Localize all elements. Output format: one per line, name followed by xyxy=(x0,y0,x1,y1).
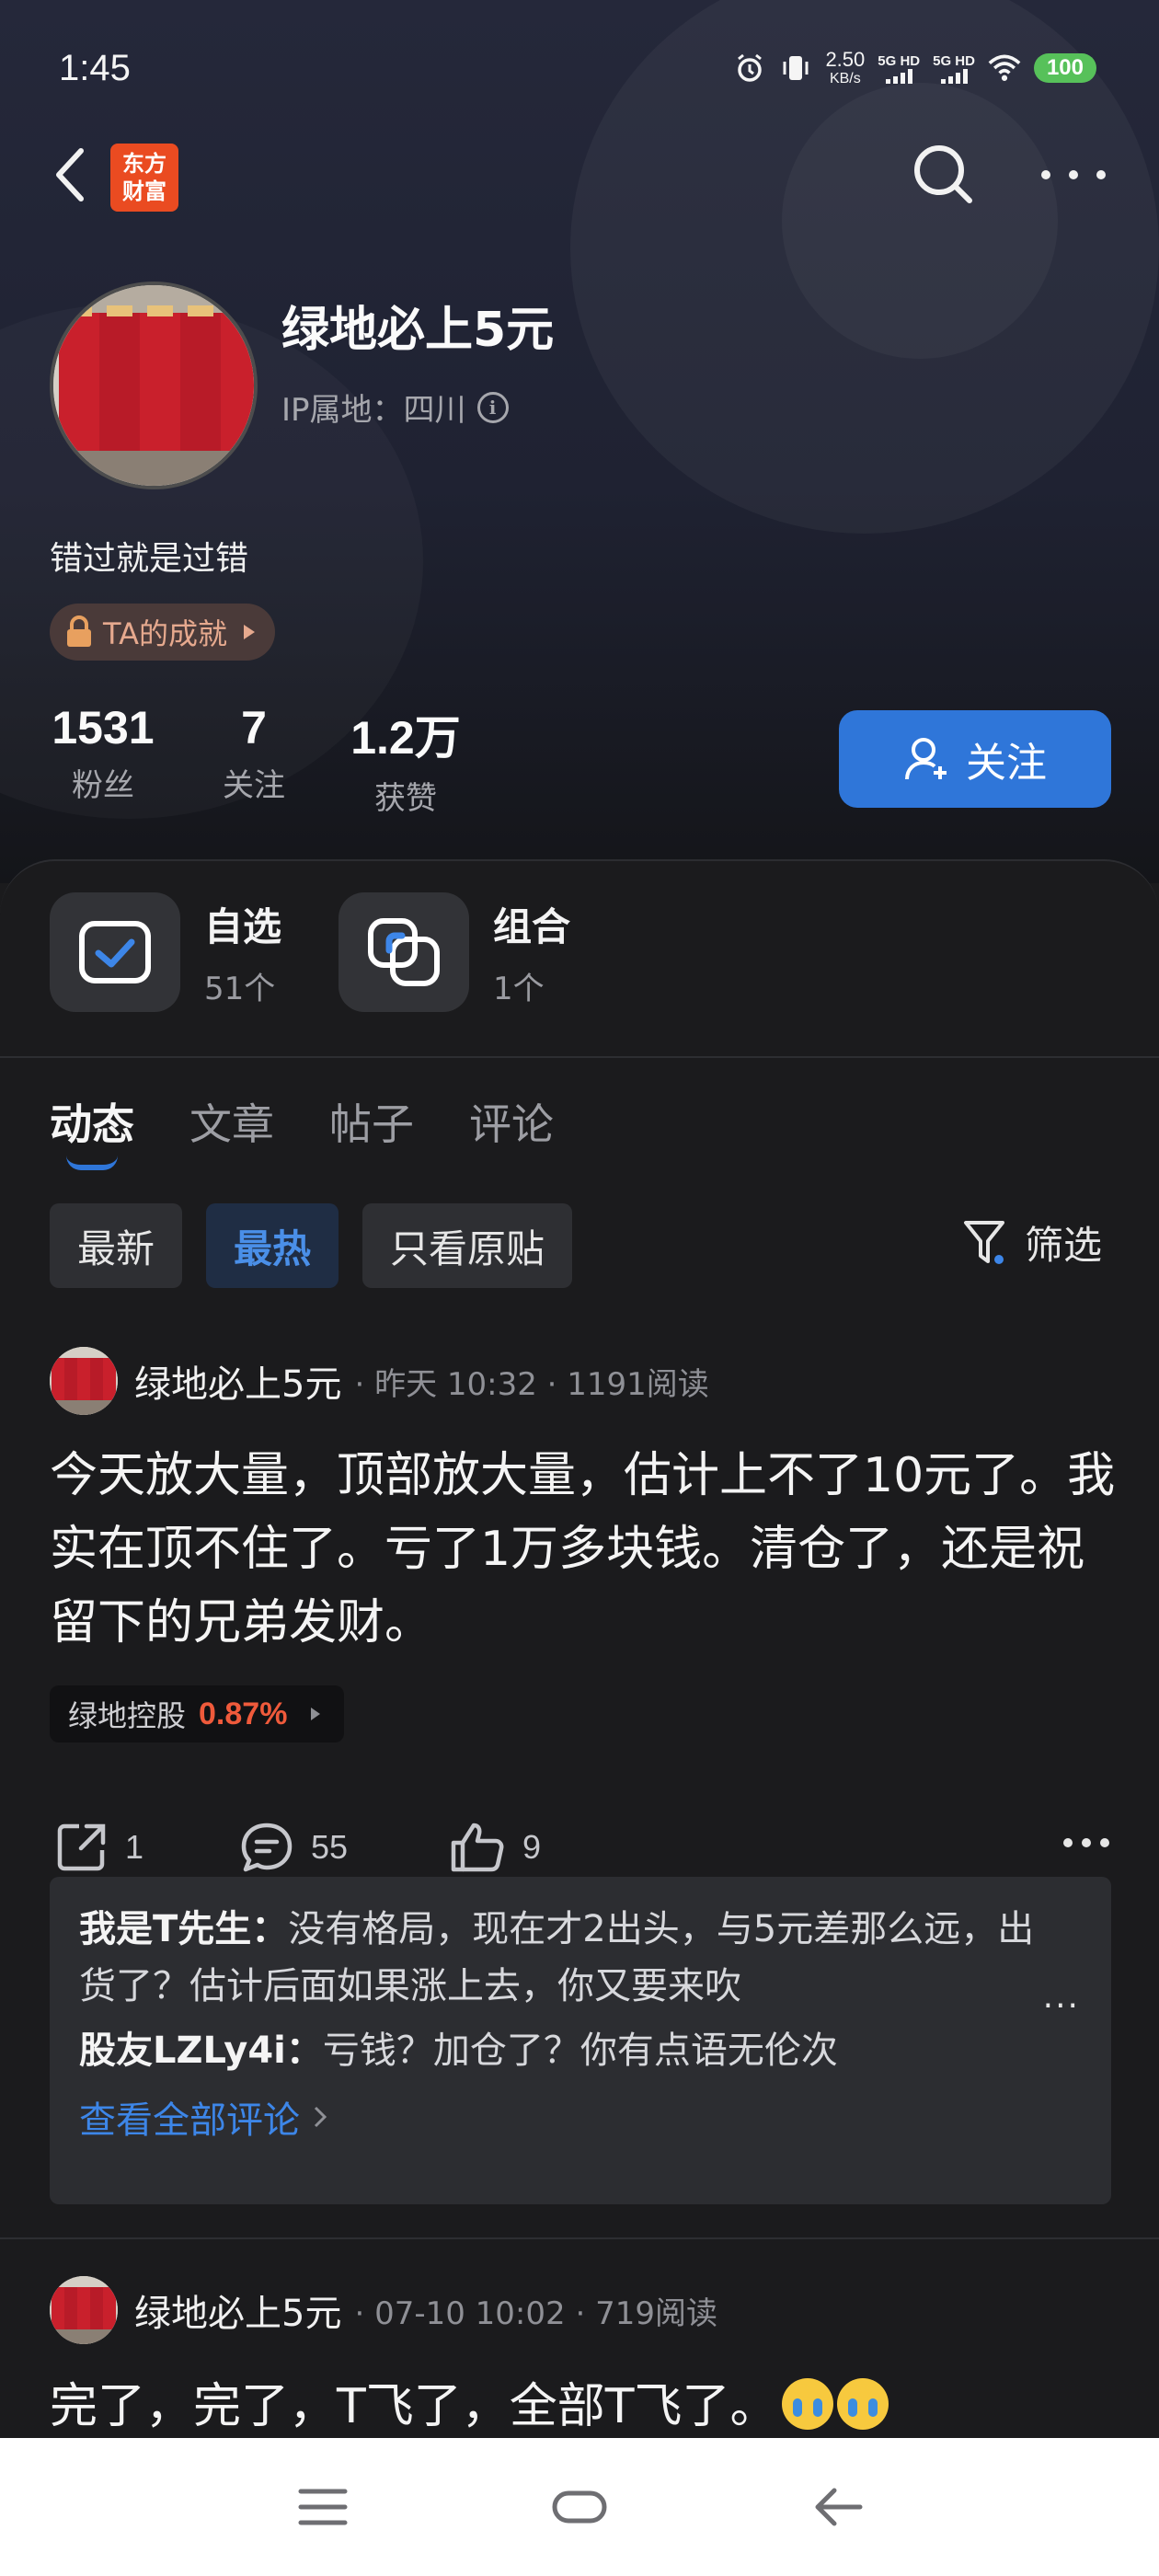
comment-button[interactable]: 55 xyxy=(239,1811,348,1884)
post-text[interactable]: 今天放大量，顶部放大量，估计上不了10元了。我实在顶不住了。亏了1万多块钱。清仓… xyxy=(50,1439,1117,1660)
comment-user[interactable]: 我是T先生： xyxy=(79,1908,288,1950)
wifi-icon xyxy=(988,52,1021,85)
home-icon xyxy=(552,2490,607,2524)
filter-label: 筛选 xyxy=(1025,1223,1103,1268)
crying-face-icon xyxy=(836,2378,889,2430)
app-logo: 东方 财富 xyxy=(110,144,178,212)
follow-button[interactable]: 关注 xyxy=(839,710,1111,808)
play-arrow-icon xyxy=(311,1708,321,1720)
back-button[interactable] xyxy=(46,147,94,202)
more-options-button[interactable] xyxy=(1041,156,1106,193)
filter-icon xyxy=(964,1220,1004,1264)
share-button[interactable]: 1 xyxy=(55,1811,143,1884)
search-button[interactable] xyxy=(911,142,975,206)
status-time: 1:45 xyxy=(59,48,131,88)
post-actions: 1 55 9 xyxy=(50,1811,1117,1884)
system-navigation-bar xyxy=(0,2438,1159,2576)
stock-change: 0.87% xyxy=(199,1696,288,1731)
signal-icon: 5G HD xyxy=(878,53,920,84)
profile-name: 绿地必上5元 xyxy=(281,303,555,358)
divider xyxy=(0,2237,1159,2239)
post-more-button[interactable] xyxy=(1063,1838,1109,1847)
stock-tag[interactable]: 绿地控股 0.87% xyxy=(50,1685,345,1742)
comment-user[interactable]: 股友LZLy4i： xyxy=(79,2030,323,2072)
tab-posts[interactable]: 帖子 xyxy=(329,1091,414,1152)
network-speed: 2.50 KB/s xyxy=(825,48,866,86)
author-avatar[interactable] xyxy=(50,1347,118,1415)
divider xyxy=(0,1056,1159,1058)
portfolio-icon xyxy=(339,892,469,1012)
menu-button[interactable] xyxy=(291,2475,355,2539)
like-count: 9 xyxy=(522,1828,542,1866)
profile-bio: 错过就是过错 xyxy=(50,540,249,578)
tab-dynamics[interactable]: 动态 xyxy=(50,1091,134,1170)
comment-item: 股友LZLy4i：亏钱？加仓了？你有点语无伦次 xyxy=(79,2022,1082,2079)
share-icon xyxy=(57,1823,106,1871)
top-nav: 东方 财富 xyxy=(0,138,1159,212)
arrow-left-icon xyxy=(815,2488,863,2526)
profile-stats: 1531 粉丝 7 关注 1.2万 获赞 xyxy=(50,701,465,818)
stat-following[interactable]: 7 关注 xyxy=(208,701,300,818)
content-card: 自选 51个 组合 1个 动态 文章 帖子 评论 最新 最热 只看原贴 筛选 绿… xyxy=(0,859,1159,2442)
post-header: 绿地必上5元 · 昨天 10:32 · 1191阅读 xyxy=(50,1347,709,1415)
chevron-left-icon xyxy=(56,148,84,201)
follow-label: 关注 xyxy=(966,740,1047,787)
post-author[interactable]: 绿地必上5元 xyxy=(134,1354,341,1408)
checkbox-icon xyxy=(50,892,180,1012)
status-icons: 2.50 KB/s 5G HD 5G HD 100 xyxy=(733,50,1096,86)
quick-link-portfolio[interactable]: 组合 1个 xyxy=(339,892,570,1012)
post-author[interactable]: 绿地必上5元 xyxy=(134,2283,341,2337)
comment-item: 我是T先生：没有格局，现在才2出头，与5元差那么远，出货了？估计后面如果涨上去，… xyxy=(79,1901,1082,2015)
lock-icon xyxy=(67,615,91,647)
more-dots-icon: ... xyxy=(1042,1978,1080,2016)
achievement-label: TA的成就 xyxy=(103,616,227,651)
share-count: 1 xyxy=(125,1828,144,1866)
stock-name: 绿地控股 xyxy=(68,1698,187,1733)
signal-icon: 5G HD xyxy=(933,53,975,84)
back-nav-button[interactable] xyxy=(806,2475,870,2539)
info-icon[interactable]: i xyxy=(476,391,509,423)
tab-articles[interactable]: 文章 xyxy=(189,1091,274,1152)
filter-hottest[interactable]: 最热 xyxy=(206,1203,339,1288)
filter-latest[interactable]: 最新 xyxy=(50,1203,183,1288)
ip-location: IP属地：四川 i xyxy=(281,385,509,430)
post-meta: · 昨天 10:32 · 1191阅读 xyxy=(354,1365,709,1403)
filter-original-only[interactable]: 只看原贴 xyxy=(362,1203,573,1288)
post-header: 绿地必上5元 · 07-10 10:02 · 719阅读 xyxy=(50,2276,717,2344)
view-all-comments-link[interactable]: 查看全部评论 xyxy=(79,2090,1082,2144)
comment-count: 55 xyxy=(311,1828,349,1866)
vibrate-icon xyxy=(779,52,812,85)
quick-link-watchlist[interactable]: 自选 51个 xyxy=(50,892,281,1012)
add-user-icon xyxy=(905,738,947,780)
profile-avatar[interactable] xyxy=(50,282,258,489)
filter-button[interactable]: 筛选 xyxy=(962,1214,1102,1271)
sort-filters: 最新 最热 只看原贴 xyxy=(50,1203,573,1288)
author-avatar[interactable] xyxy=(50,2276,118,2344)
achievement-button[interactable]: TA的成就 xyxy=(50,604,275,661)
menu-icon xyxy=(298,2489,348,2525)
active-tab-indicator xyxy=(66,1156,118,1170)
like-button[interactable]: 9 xyxy=(449,1811,541,1884)
tab-comments[interactable]: 评论 xyxy=(469,1091,554,1152)
comment-icon xyxy=(241,1823,293,1872)
status-bar: 1:45 2.50 KB/s 5G HD 5G HD 100 xyxy=(0,0,1159,138)
stat-fans[interactable]: 1531 粉丝 xyxy=(50,701,156,818)
play-arrow-icon xyxy=(243,625,255,639)
search-icon xyxy=(914,145,972,203)
post-meta: · 07-10 10:02 · 719阅读 xyxy=(354,2294,717,2332)
alarm-icon xyxy=(733,52,766,85)
stat-likes: 1.2万 获赞 xyxy=(350,712,461,817)
chevron-right-icon xyxy=(314,2106,327,2128)
crying-face-icon xyxy=(781,2378,833,2430)
ip-location-text: IP属地：四川 xyxy=(281,392,466,429)
content-tabs: 动态 文章 帖子 评论 xyxy=(50,1091,554,1170)
home-button[interactable] xyxy=(547,2475,612,2539)
thumbs-up-icon xyxy=(451,1823,504,1872)
comment-preview[interactable]: 我是T先生：没有格局，现在才2出头，与5元差那么远，出货了？估计后面如果涨上去，… xyxy=(50,1877,1111,2204)
post-text[interactable]: 完了，完了，T飞了，全部T飞了。 xyxy=(50,2370,1117,2442)
comment-text: 亏钱？加仓了？你有点语无伦次 xyxy=(322,2030,838,2072)
battery-indicator: 100 xyxy=(1033,53,1096,83)
